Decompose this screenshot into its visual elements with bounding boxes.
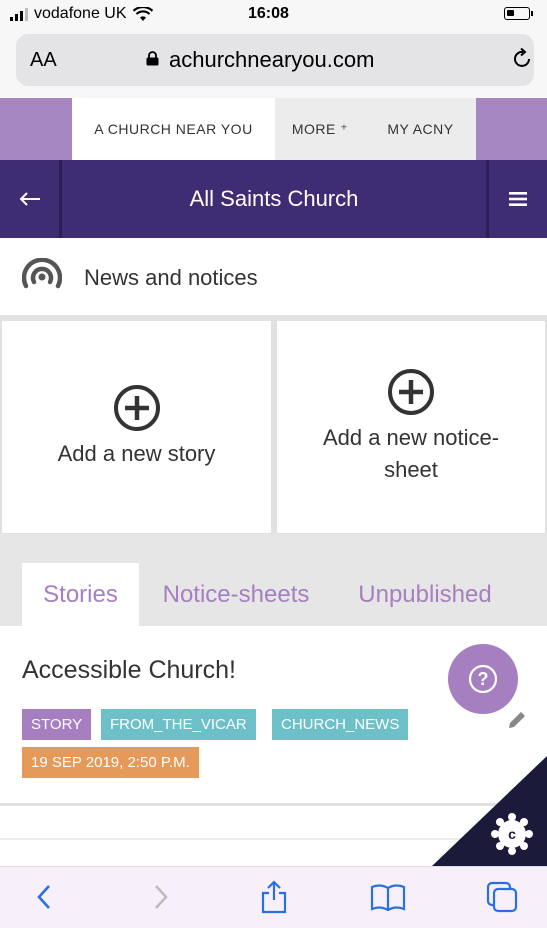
nav-more[interactable]: MORE ⁺ bbox=[275, 98, 365, 160]
tab-stories[interactable]: Stories bbox=[22, 563, 139, 626]
hamburger-menu-icon bbox=[509, 192, 527, 206]
church-header: All Saints Church bbox=[0, 160, 547, 238]
tabs-icon bbox=[486, 881, 518, 913]
page-title: All Saints Church bbox=[189, 186, 359, 211]
browser-forward-button[interactable] bbox=[143, 879, 179, 915]
battery-icon bbox=[504, 7, 533, 20]
carrier-info: vodafone UK bbox=[10, 5, 153, 23]
reload-icon[interactable] bbox=[512, 47, 534, 71]
content-tabs: Stories Notice-sheets Unpublished bbox=[0, 534, 547, 626]
browser-back-button[interactable] bbox=[26, 879, 62, 915]
tag-from-the-vicar[interactable]: FROM_THE_VICAR bbox=[101, 709, 256, 740]
carrier-name: vodafone UK bbox=[34, 5, 127, 22]
cookie-settings-corner[interactable]: c bbox=[432, 756, 547, 866]
tab-notice-sheets[interactable]: Notice-sheets bbox=[150, 563, 322, 626]
lock-icon bbox=[146, 51, 159, 66]
story-date: 19 SEP 2019, 2:50 P.M. bbox=[22, 747, 199, 778]
forward-icon bbox=[155, 885, 168, 909]
add-story-label: Add a new story bbox=[57, 441, 216, 466]
add-notice-sheet-card[interactable]: Add a new notice-sheet bbox=[277, 321, 545, 533]
plus-circle-icon bbox=[113, 385, 160, 431]
broadcast-icon bbox=[22, 258, 62, 289]
add-notice-sheet-label: Add a new notice-sheet bbox=[322, 425, 500, 482]
back-icon bbox=[37, 885, 50, 909]
add-story-card[interactable]: Add a new story bbox=[2, 321, 271, 533]
back-button[interactable] bbox=[0, 160, 62, 238]
signal-icon bbox=[10, 7, 28, 21]
site-top-nav: A CHURCH NEAR YOU MORE ⁺ MY ACNY bbox=[0, 98, 547, 160]
nav-my-acny[interactable]: MY ACNY bbox=[365, 98, 476, 160]
status-bar: vodafone UK 16:08 bbox=[0, 0, 547, 30]
back-arrow-icon bbox=[19, 192, 40, 206]
tab-unpublished[interactable]: Unpublished bbox=[345, 563, 505, 626]
tag-church-news[interactable]: CHURCH_NEWS bbox=[272, 709, 409, 740]
section-header: News and notices bbox=[0, 238, 547, 318]
plus-circle-icon bbox=[388, 369, 434, 415]
tag-story[interactable]: STORY bbox=[22, 709, 92, 740]
menu-button[interactable] bbox=[486, 160, 547, 238]
story-title[interactable]: Accessible Church! bbox=[22, 656, 236, 685]
address-bar[interactable]: AA achurchnearyou.com bbox=[16, 34, 534, 86]
url-domain: achurchnearyou.com bbox=[169, 47, 375, 72]
section-title: News and notices bbox=[84, 265, 258, 290]
cookie-icon: c bbox=[491, 813, 533, 855]
tabs-button[interactable] bbox=[484, 879, 520, 915]
wifi-icon bbox=[132, 6, 153, 21]
bookmarks-icon bbox=[370, 884, 406, 911]
add-content-cards: Add a new story Add a new notice-sheet bbox=[0, 318, 547, 534]
help-label: ? bbox=[477, 668, 489, 689]
clock: 16:08 bbox=[248, 5, 289, 22]
text-size-button[interactable]: AA bbox=[30, 49, 57, 72]
nav-a-church-near-you[interactable]: A CHURCH NEAR YOU bbox=[72, 98, 275, 160]
browser-toolbar bbox=[0, 866, 547, 928]
help-button[interactable]: ? bbox=[448, 644, 518, 714]
edit-pencil-icon[interactable] bbox=[506, 709, 528, 731]
share-icon bbox=[261, 880, 287, 914]
svg-text:c: c bbox=[508, 826, 516, 842]
browser-address-area: AA achurchnearyou.com bbox=[0, 30, 547, 98]
bookmarks-button[interactable] bbox=[370, 879, 406, 915]
share-button[interactable] bbox=[256, 879, 292, 915]
